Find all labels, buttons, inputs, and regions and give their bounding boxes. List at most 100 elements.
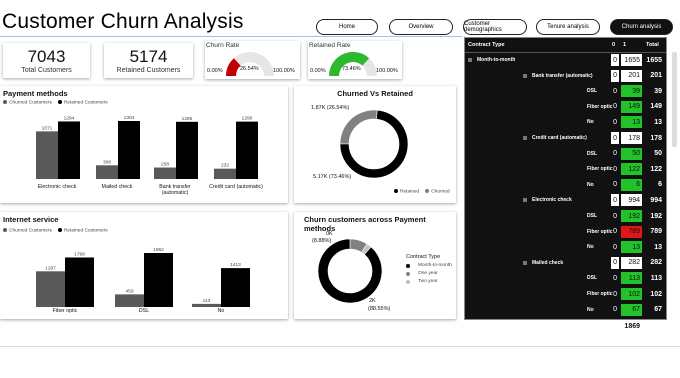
churned-value-label: 232 [221, 163, 229, 169]
retained-data-label: 5.17K (73.46%) [313, 174, 352, 180]
pivot-cell-v1: 50 [621, 147, 642, 160]
pivot-cell-v1: 122 [621, 163, 642, 176]
pivot-cell-v1: 178 [621, 132, 642, 144]
pivot-cell-v0: 0 [613, 228, 617, 236]
expand-collapse-icon[interactable] [523, 73, 527, 78]
kpi-total-customers-card: 7043 Total Customers [3, 43, 90, 78]
pivot-cell-v0: 0 [613, 181, 617, 189]
churn-rate-title: Churn Rate [206, 42, 240, 49]
pivot-total-row[interactable]: Total 0 1869 1869 [465, 319, 666, 333]
nav-tenure-analysis-button[interactable]: Tenure analysis [536, 19, 600, 35]
churn-rate-max: 100.00% [273, 68, 295, 74]
churn-by-contract-card: Churn customers across Payment methods 0… [294, 212, 456, 319]
pivot-row-label: DSL [587, 150, 597, 157]
legend-one-year: One year [406, 271, 438, 276]
pivot-cell-total: 13 [654, 243, 662, 251]
pivot-row[interactable]: Fiber optic 0 149 149 [465, 100, 666, 114]
nav-overview-button[interactable]: Overview [389, 19, 453, 35]
month-to-month-data-label: 2K [369, 298, 376, 304]
pivot-cell-v1: 13 [621, 116, 642, 129]
pivot-row[interactable]: Bank transfer (automatic) 0 201 201 [465, 69, 666, 83]
pivot-cell-total: 789 [650, 228, 662, 236]
internet-service-bars: 1297 1799 459 1962 113 1413 [36, 247, 250, 307]
pivot-row-label: Month-to-month [468, 54, 515, 66]
pivot-scrollbar[interactable] [672, 52, 677, 147]
churn-rate-gauge [226, 52, 274, 76]
pivot-row[interactable]: Mailed check 0 282 282 [465, 256, 666, 270]
expand-collapse-icon[interactable] [523, 260, 527, 265]
churned-bar [115, 294, 144, 307]
pivot-cell-v0: 0 [611, 54, 619, 66]
pivot-row[interactable]: Credit card (automatic) 0 178 178 [465, 131, 666, 145]
category-label: DSL [138, 308, 150, 314]
pivot-cell-v1: 149 [621, 100, 642, 113]
pivot-row[interactable]: Fiber optic 0 789 789 [465, 225, 666, 239]
retained-value-label: 1304 [124, 115, 135, 121]
pivot-cell-total: 149 [650, 103, 662, 111]
retained-bar [58, 121, 80, 179]
pivot-cell-total: 994 [650, 196, 662, 204]
churned-bar [36, 131, 58, 179]
pivot-row[interactable]: No 0 6 6 [465, 178, 666, 192]
pivot-row[interactable]: Fiber optic 0 122 122 [465, 162, 666, 176]
nav-churn-analysis-button[interactable]: Churn analysis [610, 19, 673, 35]
pivot-header-0[interactable]: 0 [612, 39, 615, 51]
expand-collapse-icon[interactable] [523, 198, 527, 203]
pivot-cell-total: 1869 [646, 322, 662, 330]
pivot-row-label: Fiber optic [587, 166, 613, 173]
churned-value-label: 308 [103, 159, 111, 165]
churned-vs-retained-donut [339, 109, 409, 179]
kpi-total-customers-label: Total Customers [21, 67, 72, 74]
nav-home-button[interactable]: Home [316, 19, 378, 35]
pivot-row[interactable]: No 0 67 67 [465, 303, 666, 317]
pivot-cell-total: 102 [650, 290, 662, 298]
pivot-cell-total: 201 [650, 72, 662, 80]
pivot-row[interactable]: DSL 0 50 50 [465, 147, 666, 161]
category-label: Credit card (automatic) [209, 184, 263, 190]
expand-collapse-icon[interactable] [523, 136, 527, 140]
pivot-row[interactable]: No 0 13 13 [465, 115, 666, 129]
pivot-row[interactable]: DSL 0 39 39 [465, 84, 666, 98]
internet-service-chart-card: Internet service Churned Customers Retai… [0, 212, 288, 319]
churned-value-label: 1297 [45, 265, 56, 271]
pivot-row-label: DSL [587, 88, 597, 95]
pivot-cell-v0: 0 [613, 150, 617, 158]
pivot-cell-v0: 0 [611, 194, 619, 207]
pivot-row[interactable]: DSL 0 192 192 [465, 209, 666, 223]
pivot-cell-v1: 789 [621, 225, 642, 238]
pivot-header-total[interactable]: Total [646, 39, 659, 51]
expand-collapse-icon[interactable] [468, 58, 472, 62]
pivot-cell-v1: 201 [621, 69, 642, 82]
pivot-header-contract[interactable]: Contract Type [468, 39, 505, 51]
one-year-data-percent: (8.88%) [312, 238, 332, 244]
retained-rate-gauge-card: Retained Rate 73.46% 0.00% 100.00% [308, 41, 402, 79]
pivot-cell-v0: 0 [613, 274, 617, 282]
churn-rate-value: 26.54% [240, 66, 259, 72]
pivot-cell-v0: 0 [613, 118, 617, 126]
pivot-row[interactable]: Fiber optic 0 102 102 [465, 287, 666, 301]
kpi-retained-customers-card: 5174 Retained Customers [104, 43, 193, 78]
kpi-retained-customers-label: Retained Customers [116, 67, 181, 74]
pivot-cell-v1: 1869 [621, 320, 642, 333]
pivot-cell-v1: 1655 [621, 54, 642, 66]
retained-bar [144, 253, 173, 307]
month-to-month-data-percent: (88.55%) [368, 306, 391, 312]
churned-vs-retained-legend: Retained Churned [394, 189, 450, 194]
pivot-cell-v0: 0 [613, 212, 617, 220]
pivot-row-label: Mailed check [523, 257, 563, 269]
pivot-row[interactable]: No 0 13 13 [465, 240, 666, 254]
churned-value-label: 113 [203, 298, 211, 304]
churned-value-label: 459 [125, 288, 133, 294]
pivot-row[interactable]: Electronic check 0 994 994 [465, 193, 666, 207]
pivot-row-label: Fiber optic [587, 228, 613, 235]
pivot-cell-v1: 113 [621, 272, 642, 285]
retained-rate-gauge [329, 51, 377, 76]
pivot-row[interactable]: Month-to-month 0 1655 1655 [465, 53, 666, 67]
legend-churned: Churned [425, 189, 450, 194]
pivot-header-1[interactable]: 1 [623, 39, 626, 51]
pivot-row[interactable]: DSL 0 113 113 [465, 271, 666, 285]
nav-customer-demographics-button[interactable]: Customer demographics [463, 19, 527, 35]
pivot-cell-v0: 0 [613, 322, 617, 330]
legend-month-to-month: Month-to-month [406, 263, 452, 268]
churned-data-label: 1.87K (26.54%) [311, 105, 350, 111]
